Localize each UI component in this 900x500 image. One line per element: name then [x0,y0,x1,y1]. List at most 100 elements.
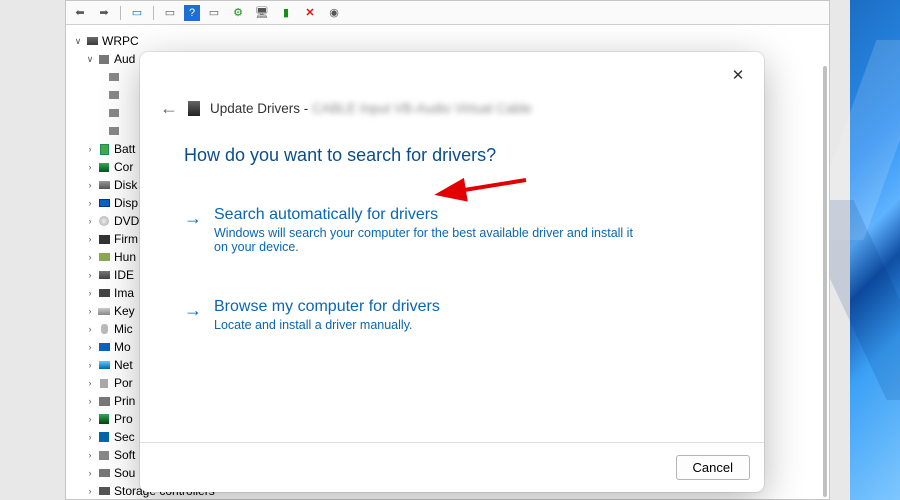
device-icon [188,101,200,116]
dialog-question: How do you want to search for drivers? [184,145,728,166]
category-icon [96,376,112,390]
tree-node-label: Pro [114,412,133,426]
dialog-body: How do you want to search for drivers? →… [140,123,764,442]
tree-node-label: Por [114,376,133,390]
category-icon [96,340,112,354]
computer-icon [84,34,100,48]
uninstall-device-button[interactable]: ✕ [300,4,320,22]
category-icon [96,250,112,264]
chevron-right-icon: › [84,414,96,424]
tree-node-label: Disp [114,196,138,210]
option-search-automatically[interactable]: → Search automatically for drivers Windo… [184,202,728,278]
device-icon [106,70,122,84]
properties-button[interactable]: ▭ [160,4,180,22]
category-icon [96,448,112,462]
dialog-title: Update Drivers - CABLE Input VB-Audio Vi… [210,101,532,116]
chevron-right-icon: › [84,468,96,478]
chevron-right-icon: › [84,378,96,388]
chevron-right-icon: › [84,180,96,190]
chevron-right-icon: › [84,144,96,154]
category-icon [96,322,112,336]
tree-scrollbar[interactable] [823,66,827,497]
category-icon [96,358,112,372]
toolbar-separator [153,6,154,20]
toolbar-button[interactable]: ◉ [324,4,344,22]
tree-node-label: Net [114,358,133,372]
desktop-wallpaper [850,0,900,500]
chevron-right-icon: › [84,306,96,316]
update-drivers-dialog: ✕ ← Update Drivers - CABLE Input VB-Audi… [140,52,764,492]
chevron-right-icon: › [84,324,96,334]
tree-node-label: Sou [114,466,135,480]
tree-root-computer[interactable]: ∨ WRPC [66,32,829,50]
tree-node-label: Firm [114,232,138,246]
tree-node-label: Mic [114,322,133,336]
category-icon [96,178,112,192]
back-arrow-icon[interactable]: ← [160,98,178,119]
close-button[interactable]: ✕ [724,61,752,89]
show-hide-console-button[interactable]: ▭ [127,4,147,22]
chevron-right-icon: › [84,234,96,244]
dialog-title-device: CABLE Input VB-Audio Virtual Cable [312,101,532,116]
category-icon [96,214,112,228]
tree-root-label: WRPC [102,34,139,48]
nav-back-button[interactable]: ⬅ [70,4,90,22]
dialog-title-prefix: Update Drivers - [210,101,312,116]
tree-node-label: Prin [114,394,135,408]
option-description: Windows will search your computer for th… [214,226,644,254]
chevron-right-icon: › [84,252,96,262]
tree-node-label: Mo [114,340,131,354]
category-icon [96,232,112,246]
chevron-right-icon: › [84,486,96,496]
chevron-right-icon: › [84,342,96,352]
toolbar-button[interactable]: ▭ [204,4,224,22]
chevron-right-icon: › [84,198,96,208]
enable-device-button[interactable]: ▮ [276,4,296,22]
arrow-right-icon: → [184,208,202,229]
device-icon [106,88,122,102]
arrow-right-icon: → [184,300,202,321]
help-button[interactable]: ? [184,5,200,21]
cancel-button[interactable]: Cancel [676,455,750,480]
tree-node-label: Cor [114,160,133,174]
category-icon [96,196,112,210]
tree-node-label: Disk [114,178,137,192]
tree-node-label: Key [114,304,135,318]
option-browse-computer[interactable]: → Browse my computer for drivers Locate … [184,278,728,356]
chevron-down-icon: ∨ [72,36,84,47]
category-icon [96,430,112,444]
chevron-right-icon: › [84,450,96,460]
tree-node-label: Hun [114,250,136,264]
chevron-right-icon: › [84,162,96,172]
category-icon [96,412,112,426]
audio-icon [96,52,112,66]
category-icon [96,268,112,282]
option-title: Search automatically for drivers [214,206,644,224]
scan-hardware-button[interactable]: ⚙ [228,4,248,22]
devmgr-toolbar: ⬅ ➡ ▭ ▭ ? ▭ ⚙ 🖥 ▮ ✕ ◉ [66,1,829,25]
tree-node-label: Soft [114,448,135,462]
tree-node-label: DVD [114,214,139,228]
nav-forward-button[interactable]: ➡ [94,4,114,22]
category-icon [96,160,112,174]
tree-node-label: Ima [114,286,134,300]
toolbar-separator [120,6,121,20]
update-driver-button[interactable]: 🖥 [252,4,272,22]
dialog-title-row: ← Update Drivers - CABLE Input VB-Audio … [140,98,764,123]
category-icon [96,394,112,408]
tree-node-label: Batt [114,142,135,156]
tree-node-label: IDE [114,268,134,282]
category-icon [96,484,112,498]
category-icon [96,286,112,300]
category-icon [96,466,112,480]
chevron-right-icon: › [84,360,96,370]
chevron-right-icon: › [84,396,96,406]
chevron-down-icon: ∨ [84,54,96,65]
dialog-header: ✕ [140,52,764,98]
tree-node-label: Sec [114,430,135,444]
category-icon [96,304,112,318]
option-title: Browse my computer for drivers [214,298,440,316]
dialog-footer: Cancel [140,442,764,492]
category-icon [96,142,112,156]
chevron-right-icon: › [84,432,96,442]
